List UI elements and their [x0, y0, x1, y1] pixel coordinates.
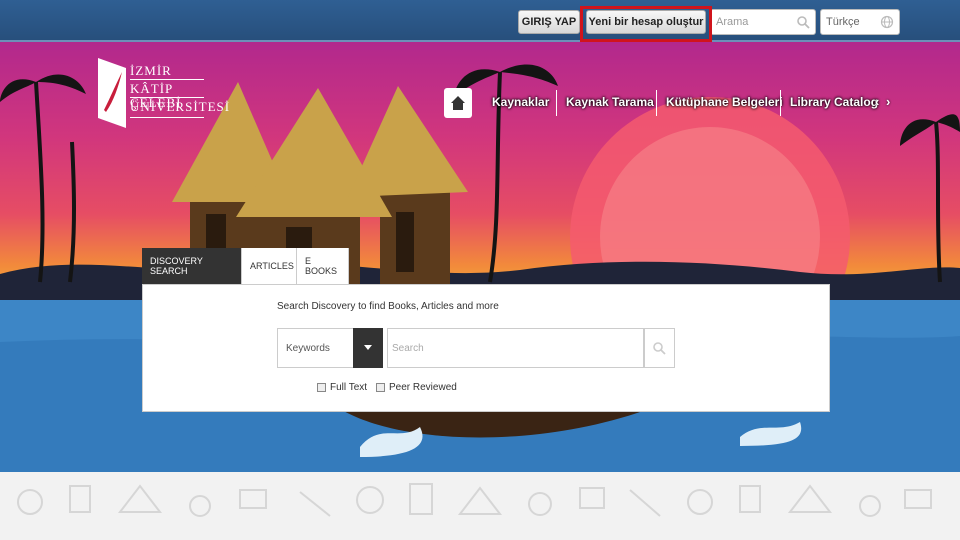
- quill-logo-icon: [98, 58, 126, 128]
- search-icon: [653, 342, 666, 355]
- search-icon: [797, 16, 810, 29]
- nav-prev-arrow[interactable]: ‹: [875, 94, 879, 109]
- top-bar: GIRIŞ YAP Yeni bir hesap oluştur Arama T…: [0, 0, 960, 42]
- nav-item-kutuphane-belgeleri[interactable]: Kütüphane Belgeleri: [666, 95, 783, 109]
- globe-icon: [880, 15, 894, 29]
- language-select[interactable]: Türkçe: [820, 9, 900, 35]
- tab-e-books[interactable]: E BOOKS: [297, 248, 349, 284]
- logo-divider: [130, 97, 204, 98]
- nav-separator: [656, 90, 657, 116]
- full-text-checkbox[interactable]: Full Text: [317, 382, 367, 393]
- checkbox-box[interactable]: [376, 383, 385, 392]
- doodle-pattern: [17, 483, 932, 517]
- login-button[interactable]: GIRIŞ YAP: [518, 10, 580, 34]
- logo-divider: [130, 117, 204, 118]
- doodle-background-strip: [0, 472, 960, 540]
- search-caption: Search Discovery to find Books, Articles…: [277, 301, 499, 312]
- home-icon: [451, 96, 465, 110]
- peer-reviewed-checkbox[interactable]: Peer Reviewed: [376, 382, 457, 393]
- nav-separator: [556, 90, 557, 116]
- nav-item-kaynaklar[interactable]: Kaynaklar: [492, 95, 549, 109]
- tab-articles[interactable]: ARTICLES: [242, 248, 297, 284]
- nav-item-library-catalog[interactable]: Library Catalog: [790, 95, 878, 109]
- caret-down-icon: [364, 345, 372, 350]
- home-button[interactable]: [444, 88, 472, 118]
- logo-line-3: ÜNİVERSİTESİ: [130, 99, 231, 114]
- nav-item-kaynak-tarama[interactable]: Kaynak Tarama: [566, 95, 654, 109]
- nav-separator: [780, 90, 781, 116]
- tab-discovery-search[interactable]: DISCOVERY SEARCH: [142, 248, 242, 284]
- language-value: Türkçe: [826, 16, 860, 28]
- register-highlight-box: [580, 6, 712, 42]
- peer-reviewed-label: Peer Reviewed: [389, 382, 457, 393]
- search-input-placeholder: Arama: [716, 16, 749, 28]
- full-text-label: Full Text: [330, 382, 368, 393]
- logo-line-1: İZMİR: [130, 63, 172, 78]
- university-logo[interactable]: İZMİR KÂTİP ÇELEBİ ÜNİVERSİTESİ: [96, 58, 229, 130]
- discovery-search-panel: Search Discovery to find Books, Articles…: [142, 284, 830, 412]
- discovery-search-input[interactable]: Search: [387, 328, 645, 368]
- field-select-toggle[interactable]: [353, 328, 383, 368]
- discovery-search-placeholder: Search: [392, 342, 424, 354]
- field-select[interactable]: Keywords: [277, 328, 383, 368]
- search-input[interactable]: Arama: [710, 9, 816, 35]
- logo-divider: [130, 79, 204, 80]
- field-select-value: Keywords: [286, 342, 330, 354]
- discovery-tabs: DISCOVERY SEARCH ARTICLES E BOOKS: [142, 248, 349, 284]
- nav-next-arrow[interactable]: ›: [886, 94, 890, 109]
- discovery-search-button[interactable]: [643, 328, 675, 368]
- checkbox-box[interactable]: [317, 383, 326, 392]
